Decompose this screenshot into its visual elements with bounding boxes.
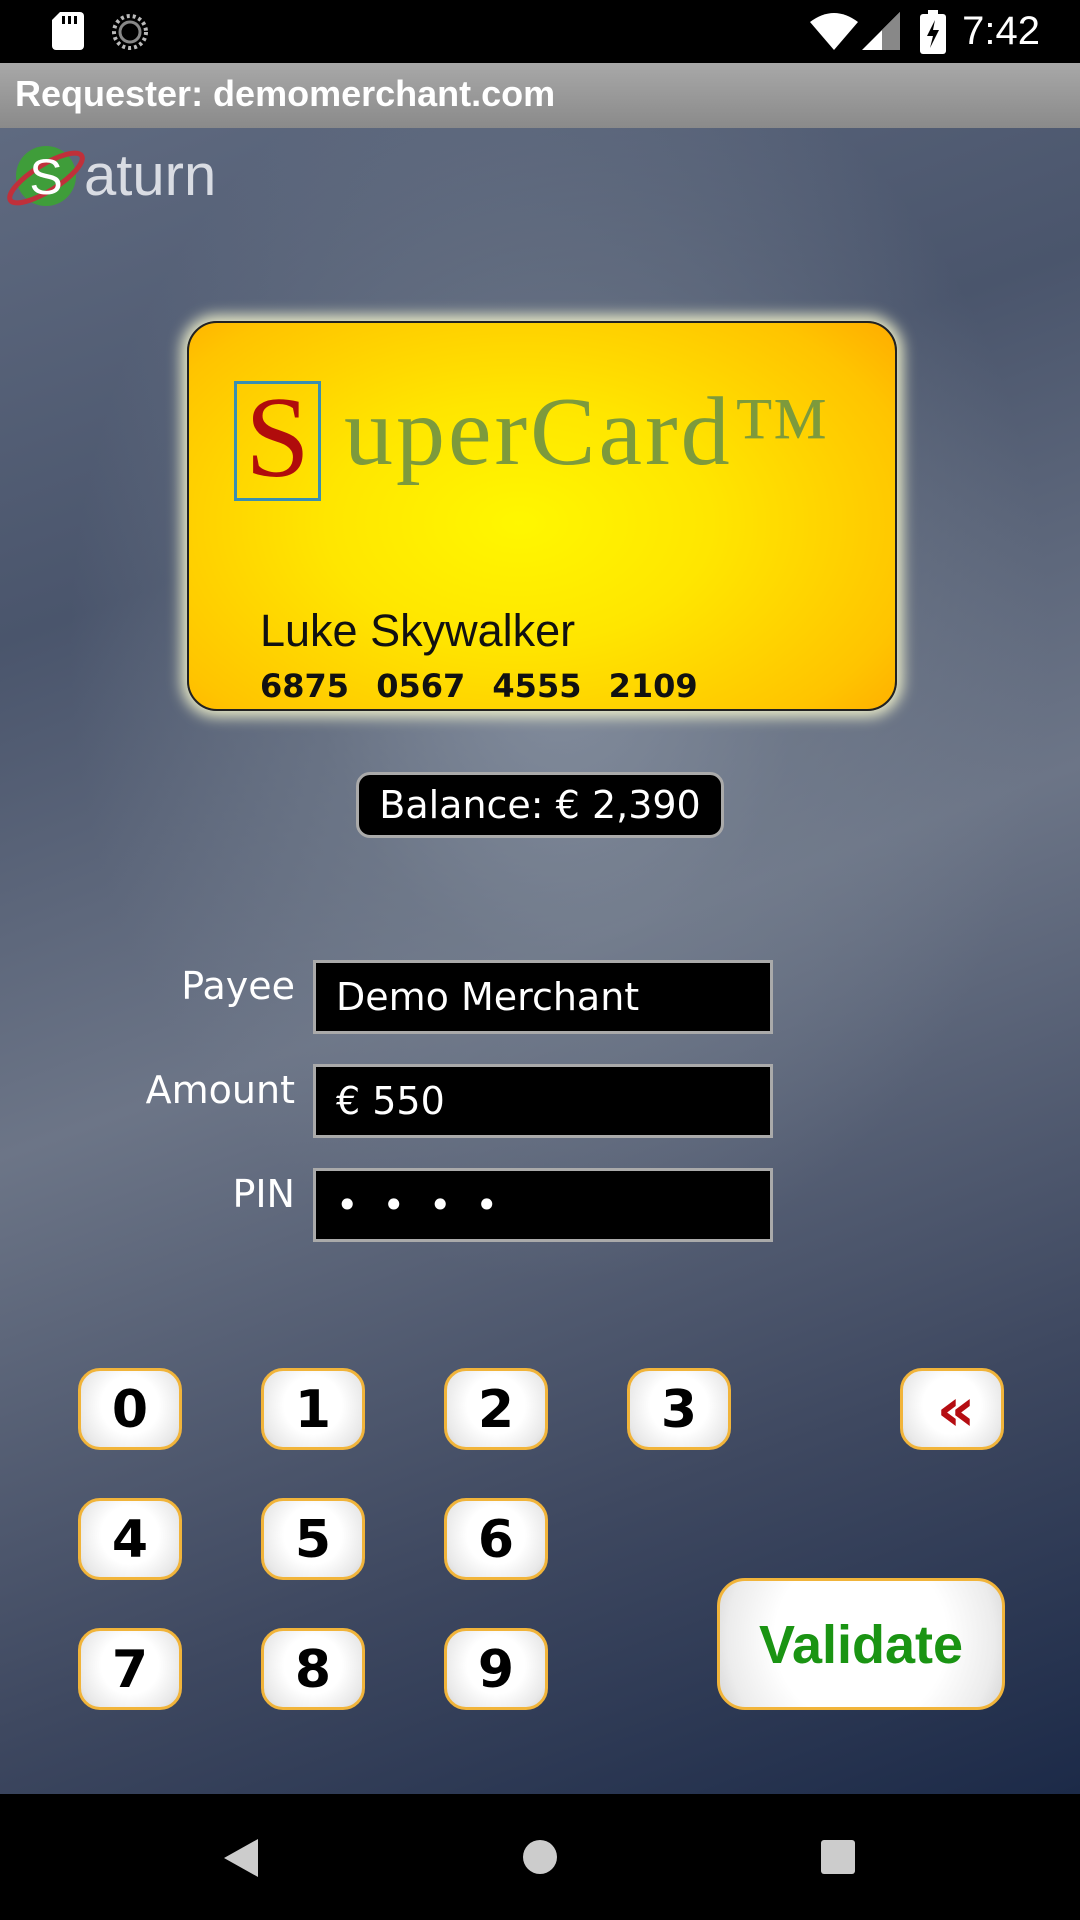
logo-letter: S: [29, 149, 62, 205]
back-icon[interactable]: [224, 1839, 258, 1877]
payment-screen: S aturn S uperCard™ Luke Skywalker 6875 …: [0, 128, 1080, 1794]
wifi-icon: [810, 13, 858, 50]
saturn-logo: S aturn: [4, 128, 244, 223]
pin-field[interactable]: • • • •: [313, 1168, 773, 1242]
saturn-planet-icon: S: [7, 146, 85, 206]
card-brand-initial: S: [245, 374, 310, 502]
card-holder-name: Luke Skywalker: [260, 605, 576, 656]
status-bar: 7:42: [0, 0, 1080, 63]
validate-button[interactable]: Validate: [717, 1578, 1005, 1710]
sd-card-icon: [52, 12, 84, 50]
navigation-bar: [0, 1794, 1080, 1920]
amount-field[interactable]: € 550: [313, 1064, 773, 1138]
key-1[interactable]: 1: [261, 1368, 365, 1450]
requester-bar: Requester: demomerchant.com: [0, 63, 1080, 129]
requester-label: Requester: demomerchant.com: [15, 73, 556, 114]
pin-label: PIN: [232, 1172, 295, 1216]
card-logo-box: S: [234, 374, 321, 502]
key-8[interactable]: 8: [261, 1628, 365, 1710]
payee-field[interactable]: Demo Merchant: [313, 960, 773, 1034]
key-2[interactable]: 2: [444, 1368, 548, 1450]
card-number: 6875 0567 4555 2109: [260, 667, 698, 705]
key-5[interactable]: 5: [261, 1498, 365, 1580]
amount-label: Amount: [145, 1068, 295, 1112]
recents-icon[interactable]: [821, 1840, 855, 1874]
key-7[interactable]: 7: [78, 1628, 182, 1710]
battery-charging-icon: [920, 10, 946, 54]
key-0[interactable]: 0: [78, 1368, 182, 1450]
logo-text: aturn: [84, 143, 217, 208]
key-9[interactable]: 9: [444, 1628, 548, 1710]
signal-icon: [862, 12, 900, 50]
key-4[interactable]: 4: [78, 1498, 182, 1580]
status-time: 7:42: [962, 9, 1040, 53]
balance-badge: Balance: € 2,390: [356, 772, 724, 838]
key-6[interactable]: 6: [444, 1498, 548, 1580]
sync-icon: [112, 14, 148, 50]
key-3[interactable]: 3: [627, 1368, 731, 1450]
card-brand-name: uperCard™: [344, 378, 832, 486]
home-icon[interactable]: [521, 1838, 559, 1876]
payee-label: Payee: [181, 964, 295, 1008]
backspace-button[interactable]: «: [900, 1368, 1004, 1450]
payment-card: S uperCard™ Luke Skywalker 6875 0567 455…: [187, 321, 897, 711]
